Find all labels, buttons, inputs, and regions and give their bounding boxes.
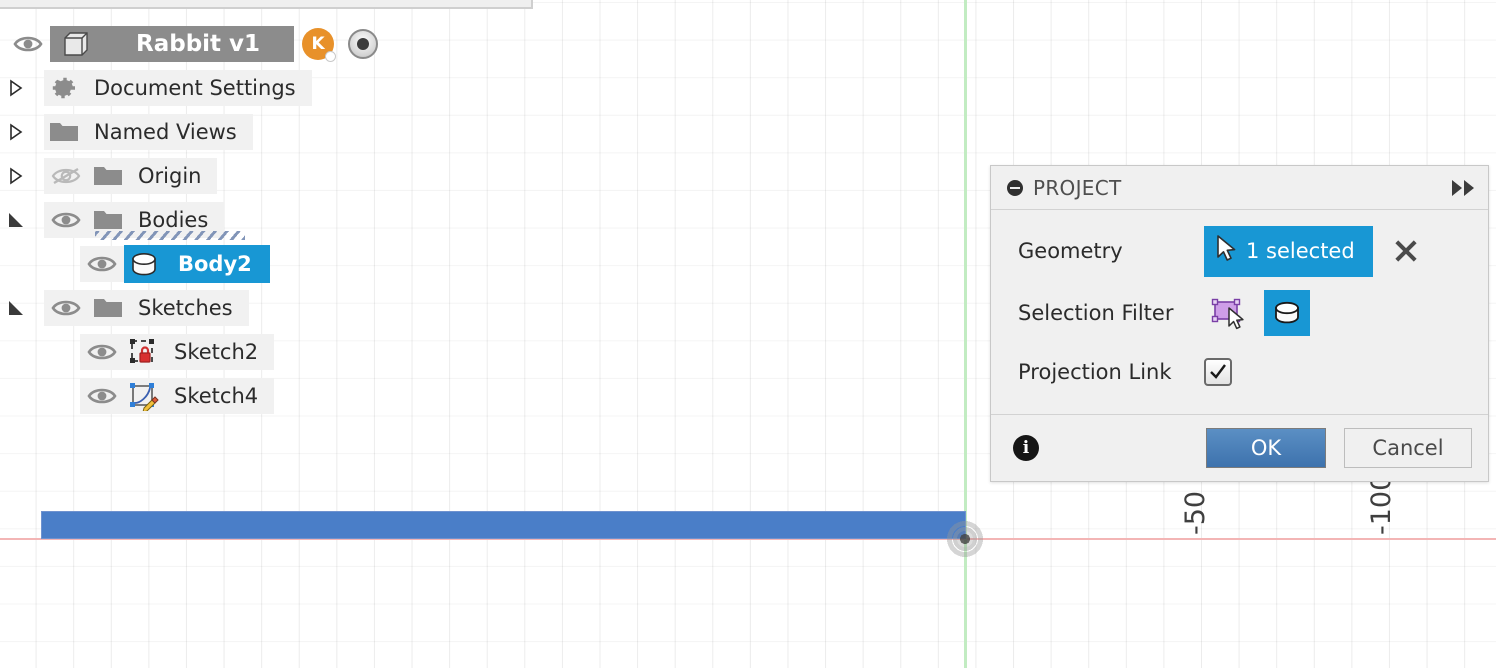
- origin-marker-icon[interactable]: [946, 520, 984, 558]
- axis-tick-label: -50: [1180, 490, 1211, 535]
- face-select-icon[interactable]: [1204, 290, 1250, 336]
- close-x-icon[interactable]: [1393, 238, 1419, 264]
- folder-icon: [88, 296, 128, 320]
- tree-item-label: Body2: [178, 252, 252, 276]
- panel-top-edge: [0, 0, 533, 9]
- folder-icon: [88, 208, 128, 232]
- folder-icon: [88, 164, 128, 188]
- tree-item-label: Bodies: [138, 208, 209, 232]
- chevron-right-icon[interactable]: [6, 121, 26, 143]
- projection-link-label: Projection Link: [1018, 360, 1172, 384]
- cancel-button[interactable]: Cancel: [1344, 428, 1472, 468]
- eye-hidden-icon[interactable]: [44, 165, 88, 187]
- tree-item-label: Sketch4: [174, 384, 259, 408]
- chevron-down-icon[interactable]: [6, 297, 26, 319]
- eye-icon[interactable]: [6, 34, 50, 54]
- gear-icon: [44, 74, 84, 102]
- eye-icon[interactable]: [80, 254, 124, 274]
- tree-item-label: Document Settings: [94, 76, 296, 100]
- tree-row-document-settings[interactable]: Document Settings: [0, 66, 340, 110]
- geometry-label: Geometry: [1018, 239, 1123, 263]
- body-select-icon[interactable]: [1264, 290, 1310, 336]
- folder-icon: [44, 120, 84, 144]
- tree-row-bodies[interactable]: Bodies: [0, 198, 340, 242]
- geometry-selection-value: 1 selected: [1246, 239, 1355, 263]
- cursor-arrow-icon: [1214, 234, 1240, 269]
- dialog-footer: i OK Cancel: [991, 414, 1488, 481]
- selected-item-pill[interactable]: Body2: [124, 245, 270, 283]
- body-cylinder-icon: [124, 250, 164, 278]
- selection-filter-label: Selection Filter: [1018, 301, 1174, 325]
- geometry-selection-button[interactable]: 1 selected: [1204, 225, 1373, 277]
- tree-item-label: Sketches: [138, 296, 233, 320]
- chevron-right-icon[interactable]: [6, 77, 26, 99]
- tree-row-sketch4[interactable]: Sketch4: [0, 374, 340, 418]
- chevron-down-icon[interactable]: [6, 209, 26, 231]
- drag-drop-indicator: [95, 231, 245, 240]
- row-selection-filter: Selection Filter: [991, 282, 1488, 344]
- minus-circle-icon[interactable]: [1007, 179, 1023, 196]
- fast-forward-icon[interactable]: [1452, 179, 1474, 196]
- tree-item-label: Origin: [138, 164, 202, 188]
- tree-row-root[interactable]: Rabbit v1 K: [0, 22, 379, 66]
- body-solid-shape[interactable]: [41, 511, 966, 539]
- sketch-edit-icon: [124, 381, 164, 411]
- tree-row-sketches[interactable]: Sketches: [0, 286, 340, 330]
- row-geometry: Geometry 1 selected: [991, 220, 1488, 282]
- row-projection-link: Projection Link: [991, 344, 1488, 400]
- tree-row-origin[interactable]: Origin: [0, 154, 340, 198]
- dialog-title: PROJECT: [1033, 175, 1122, 200]
- avatar[interactable]: K: [302, 28, 337, 62]
- eye-icon[interactable]: [80, 386, 124, 406]
- tree-item-label: Named Views: [94, 120, 237, 144]
- record-dot-icon[interactable]: [348, 29, 379, 59]
- axis-tick-label: -100: [1366, 473, 1397, 535]
- root-document-title: Rabbit v1: [136, 31, 261, 57]
- projection-link-checkbox[interactable]: [1204, 358, 1232, 386]
- info-icon[interactable]: i: [1013, 435, 1039, 461]
- eye-icon[interactable]: [44, 210, 88, 230]
- eye-icon[interactable]: [44, 298, 88, 318]
- tree-row-named-views[interactable]: Named Views: [0, 110, 340, 154]
- chevron-right-icon[interactable]: [6, 165, 26, 187]
- tree-row-sketch2[interactable]: Sketch2: [0, 330, 340, 374]
- sketch-locked-icon: [124, 337, 164, 367]
- dialog-body: Geometry 1 selected Selection Filter Pro…: [991, 210, 1488, 414]
- tree-row-body2[interactable]: Body2: [0, 242, 340, 286]
- y-axis-line: [964, 0, 967, 668]
- browser-tree[interactable]: Rabbit v1 K Document Settings Named View…: [0, 22, 379, 418]
- cube-icon: [56, 30, 96, 58]
- dialog-header[interactable]: PROJECT: [991, 166, 1488, 210]
- eye-icon[interactable]: [80, 342, 124, 362]
- root-document-pill[interactable]: Rabbit v1: [50, 26, 295, 62]
- ok-button[interactable]: OK: [1206, 428, 1326, 468]
- tree-item-label: Sketch2: [174, 340, 259, 364]
- project-dialog[interactable]: PROJECT Geometry 1 selected Selection Fi…: [990, 165, 1489, 482]
